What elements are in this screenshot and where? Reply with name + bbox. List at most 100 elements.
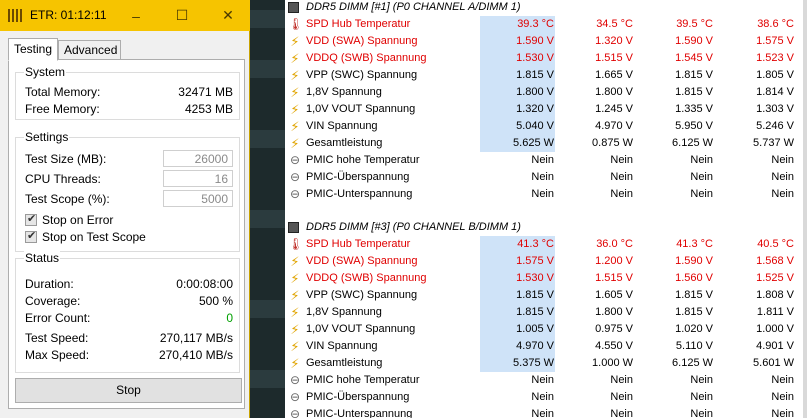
settings-group-title: Settings <box>24 130 70 144</box>
tab-testing[interactable]: Testing <box>8 38 58 61</box>
sensor-row[interactable]: ⚡ VPP (SWC) Spannung 1.815 V 1.605 V 1.815 V… <box>285 287 807 304</box>
sensor-row[interactable]: ⚡ VIN Spannung 5.040 V 4.970 V 5.950 V 5.246 … <box>285 118 807 135</box>
sensor-current: Nein <box>531 171 554 183</box>
sensor-row[interactable]: ⊖ PMIC-Unterspannung Nein Nein Nein Nein <box>285 186 807 203</box>
sensor-row[interactable]: 🌡 SPD Hub Temperatur 41.3 °C 36.0 °C 41.3 °C… <box>285 236 807 253</box>
sensor-min: 1.245 V <box>595 103 633 115</box>
sensor-min: 0.875 W <box>592 137 633 149</box>
sensor-row[interactable]: ⚡ Gesamtleistung 5.625 W 0.875 W 6.125 W 5.73… <box>285 135 807 152</box>
sensor-row[interactable]: ⚡ VDDQ (SWB) Spannung 1.530 V 1.515 V 1.545 … <box>285 50 807 67</box>
bolt-icon: ⚡ <box>290 102 300 117</box>
sensor-current: 5.375 W <box>513 357 554 369</box>
sensor-row[interactable]: ⚡ 1,0V VOUT Spannung 1.320 V 1.245 V 1.335 V… <box>285 101 807 118</box>
sensor-name: VDD (SWA) Spannung <box>306 35 418 47</box>
total-memory-value: 32471 MB <box>178 85 233 99</box>
title-bar[interactable]: ETR: 01:12:11 – ☐ ✕ <box>0 0 250 31</box>
coverage-label: Coverage: <box>25 294 81 308</box>
bolt-icon: ⚡ <box>290 288 300 303</box>
sensor-max: 6.125 W <box>672 137 713 149</box>
sensor-max: 1.815 V <box>675 306 713 318</box>
sensor-avg: 40.5 °C <box>757 238 794 250</box>
sensor-row[interactable]: ⚡ 1,8V Spannung 1.815 V 1.800 V 1.815 V 1.811… <box>285 304 807 321</box>
sensor-avg: 1.811 V <box>756 306 794 318</box>
sensor-name: 1,0V VOUT Spannung <box>306 323 416 335</box>
sensor-min: 1.200 V <box>595 255 633 267</box>
sensor-current: 1.005 V <box>516 323 554 335</box>
sensor-row[interactable]: ⚡ VDD (SWA) Spannung 1.590 V 1.320 V 1.590 V… <box>285 33 807 50</box>
sensor-avg: Nein <box>771 154 794 166</box>
sensor-min: Nein <box>610 171 633 183</box>
sensor-avg: Nein <box>771 408 794 418</box>
sensor-avg: 1.523 V <box>756 52 794 64</box>
close-button[interactable]: ✕ <box>205 0 251 31</box>
sensor-row[interactable]: ⊖ PMIC-Überspannung Nein Nein Nein Nein <box>285 169 807 186</box>
sensor-max: 5.110 V <box>675 340 713 352</box>
sensor-current: 1.320 V <box>516 103 554 115</box>
sensor-max: Nein <box>690 154 713 166</box>
sensor-row[interactable]: ⊖ PMIC-Unterspannung Nein Nein Nein Nein <box>285 406 807 418</box>
circle-icon: ⊖ <box>289 187 301 201</box>
sensor-row[interactable]: 🌡 SPD Hub Temperatur 39.3 °C 34.5 °C 39.5 °C… <box>285 16 807 33</box>
sensor-row[interactable]: ⊖ PMIC hohe Temperatur Nein Nein Nein Nein <box>285 152 807 169</box>
check-icon: ✔ <box>27 213 37 225</box>
error-count-value: 0 <box>226 311 233 325</box>
stop-on-error-checkbox[interactable]: ✔ <box>25 213 37 226</box>
sensor-min: 36.0 °C <box>596 238 633 250</box>
test-speed-label: Test Speed: <box>25 331 89 345</box>
sensor-avg: 5.737 W <box>753 137 794 149</box>
sensor-min: Nein <box>610 374 633 386</box>
bolt-icon: ⚡ <box>290 339 300 354</box>
sensor-min: 1.000 W <box>592 357 633 369</box>
sensor-group-header[interactable]: DDR5 DIMM [#1] (P0 CHANNEL A/DIMM 1) <box>285 0 807 16</box>
sensor-current: 1.815 V <box>516 289 554 301</box>
stop-on-error-label: Stop on Error <box>42 213 114 227</box>
sensor-name: 1,0V VOUT Spannung <box>306 103 416 115</box>
circle-icon: ⊖ <box>289 407 301 418</box>
sensor-max: 1.545 V <box>675 52 713 64</box>
tab-advanced[interactable]: Advanced <box>58 40 121 60</box>
scrollbar[interactable] <box>803 0 807 418</box>
sensor-max: 1.815 V <box>675 86 713 98</box>
app-icon <box>8 9 22 22</box>
stop-on-test-scope-checkbox[interactable]: ✔ <box>25 230 37 243</box>
sensor-avg: 1.805 V <box>756 69 794 81</box>
sensor-row[interactable]: ⚡ VDDQ (SWB) Spannung 1.530 V 1.515 V 1.560 … <box>285 270 807 287</box>
sensor-current: 1.530 V <box>516 272 554 284</box>
sensor-min: 1.515 V <box>595 52 633 64</box>
max-speed-row: Max Speed: 270,410 MB/s <box>25 348 233 364</box>
sensor-row[interactable]: ⚡ 1,0V VOUT Spannung 1.005 V 0.975 V 1.020 V… <box>285 321 807 338</box>
stop-button[interactable]: Stop <box>15 378 242 403</box>
sensor-name: 1,8V Spannung <box>306 306 382 318</box>
sensor-max: 39.5 °C <box>676 18 713 30</box>
sensor-current: Nein <box>531 374 554 386</box>
sensor-current: Nein <box>531 154 554 166</box>
sensor-max: Nein <box>690 171 713 183</box>
sensor-current: 39.3 °C <box>517 18 554 30</box>
sensor-row[interactable]: ⊖ PMIC hohe Temperatur Nein Nein Nein Nein <box>285 372 807 389</box>
test-scope-input[interactable]: 5000 <box>163 190 233 207</box>
sensor-row[interactable]: ⚡ Gesamtleistung 5.375 W 1.000 W 6.125 W 5.60… <box>285 355 807 372</box>
maximize-button[interactable]: ☐ <box>159 0 205 31</box>
sensor-current: 1.575 V <box>516 255 554 267</box>
bolt-icon: ⚡ <box>290 254 300 269</box>
minimize-button[interactable]: – <box>113 0 159 31</box>
sensor-current: 41.3 °C <box>517 238 554 250</box>
test-scope-label: Test Scope (%): <box>25 192 110 206</box>
sensor-row[interactable]: ⊖ PMIC-Überspannung Nein Nein Nein Nein <box>285 389 807 406</box>
sensor-avg: 1.814 V <box>756 86 794 98</box>
sensor-row[interactable]: ⚡ VPP (SWC) Spannung 1.815 V 1.665 V 1.815 V… <box>285 67 807 84</box>
test-size-input[interactable]: 26000 <box>163 150 233 167</box>
sensor-max: 1.590 V <box>675 255 713 267</box>
sensor-row[interactable]: ⚡ VIN Spannung 4.970 V 4.550 V 5.110 V 4.901 … <box>285 338 807 355</box>
cpu-threads-input[interactable]: 16 <box>163 170 233 187</box>
bolt-icon: ⚡ <box>290 51 300 66</box>
background-stripe <box>250 300 285 318</box>
circle-icon: ⊖ <box>289 153 301 167</box>
sensor-name: VIN Spannung <box>306 340 378 352</box>
sensor-row[interactable]: ⚡ 1,8V Spannung 1.800 V 1.800 V 1.815 V 1.814… <box>285 84 807 101</box>
sensor-group-header[interactable]: DDR5 DIMM [#3] (P0 CHANNEL B/DIMM 1) <box>285 219 807 236</box>
free-memory-value: 4253 MB <box>184 102 233 116</box>
background-strip <box>250 0 285 418</box>
sensor-max: 1.560 V <box>675 272 713 284</box>
sensor-row[interactable]: ⚡ VDD (SWA) Spannung 1.575 V 1.200 V 1.590 V… <box>285 253 807 270</box>
